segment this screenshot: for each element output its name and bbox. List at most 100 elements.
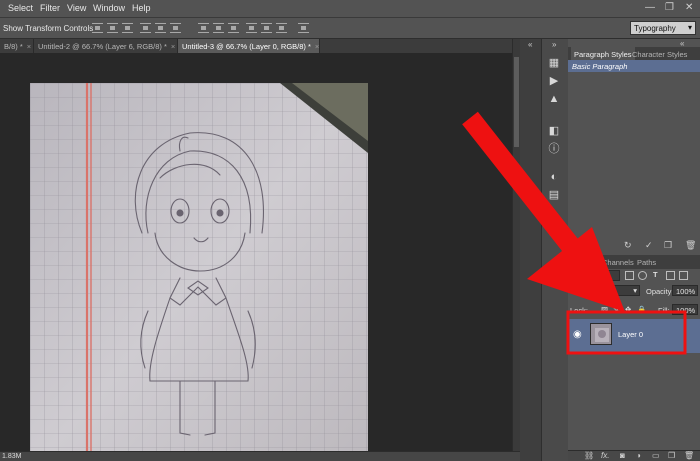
menu-help[interactable]: Help xyxy=(132,3,151,13)
chevron-down-icon: ▾ xyxy=(687,23,692,32)
fill-input[interactable]: 100% xyxy=(672,304,698,315)
swatches-icon[interactable]: ▤ xyxy=(545,187,563,203)
options-bar: Show Transform Controls Typography ▾ xyxy=(0,18,700,39)
new-layer-icon[interactable]: ❐ xyxy=(668,451,675,460)
menu-select[interactable]: Select xyxy=(8,3,33,13)
distribute-hcenter-icon[interactable] xyxy=(261,23,272,33)
menu-view[interactable]: View xyxy=(67,3,86,13)
doc-size: 1.83M xyxy=(2,453,22,460)
close-tab-icon[interactable]: × xyxy=(27,42,31,51)
close-tab-icon[interactable]: × xyxy=(171,42,175,51)
tab-untitled-2[interactable]: Untitled-2 @ 66.7% (Layer 6, RGB/8) * × xyxy=(34,39,178,53)
clear-override-icon[interactable]: ↻ xyxy=(624,240,632,251)
blend-mode-value: Normal xyxy=(584,287,609,296)
dock-strip xyxy=(520,39,542,461)
info-icon[interactable]: ◧ xyxy=(545,123,563,139)
minimize-icon[interactable]: — xyxy=(645,2,655,13)
close-tab-icon[interactable]: × xyxy=(315,42,319,51)
lock-icon[interactable]: 🔒 xyxy=(637,305,646,314)
align-left-icon[interactable] xyxy=(140,23,151,33)
folder-icon[interactable]: ▭ xyxy=(652,451,660,460)
tab-paragraph-styles[interactable]: Paragraph Styles xyxy=(571,47,635,61)
distribute-top-icon[interactable] xyxy=(198,23,209,33)
trash-icon[interactable]: 🗑 xyxy=(685,240,696,251)
sketch-image xyxy=(30,83,368,461)
canvas-scrollbar[interactable] xyxy=(512,39,520,451)
chevron-down-icon: ▾ xyxy=(633,286,637,295)
collapse-left-icon[interactable]: « xyxy=(528,40,532,49)
color-icon[interactable]: ◐ xyxy=(545,169,563,185)
tab-label: B/8) * xyxy=(4,42,23,51)
align-top-icon[interactable] xyxy=(92,23,103,33)
filter-shape-icon[interactable] xyxy=(666,271,675,280)
distribute-left-icon[interactable] xyxy=(246,23,257,33)
tab-partial[interactable]: B/8) * × xyxy=(0,39,34,53)
panel-dock: « » ▦ ▶ ▲ ◧ ⓘ ◐ ▤ ✎ ◈ xyxy=(520,39,568,461)
lock-pixels-icon[interactable]: ▨ xyxy=(601,305,608,314)
scroll-thumb[interactable] xyxy=(514,57,519,147)
trash-icon[interactable]: 🗑 xyxy=(684,451,694,460)
filter-pixel-icon[interactable] xyxy=(625,271,634,280)
histogram-icon[interactable]: ▲ xyxy=(545,91,563,107)
paragraph-panel-tabs: Paragraph Styles Character Styles xyxy=(568,47,700,61)
tab-untitled-3[interactable]: Untitled-3 @ 66.7% (Layer 0, RGB/8) * × xyxy=(178,39,320,53)
filter-kind-select[interactable]: Kind xyxy=(580,270,620,281)
layer-row[interactable]: ◉ Layer 0 xyxy=(568,319,700,353)
show-transform-controls-label[interactable]: Show Transform Controls xyxy=(3,24,93,33)
tab-label: Untitled-3 @ 66.7% (Layer 0, RGB/8) * xyxy=(182,42,311,51)
tab-character-styles[interactable]: Character Styles xyxy=(629,47,690,61)
adjustment-layer-icon[interactable]: ◑ xyxy=(636,451,641,460)
layers-panel-tabs: Layers Channels Paths xyxy=(558,255,700,269)
history-icon[interactable]: ▦ xyxy=(545,55,563,71)
fill-label: Fill: xyxy=(658,306,670,315)
distribute-right-icon[interactable] xyxy=(276,23,287,33)
adjustments-icon[interactable]: ◈ xyxy=(545,227,563,243)
sketch-photo[interactable] xyxy=(30,83,368,461)
align-bottom-icon[interactable] xyxy=(122,23,133,33)
lock-label: Lock: xyxy=(570,306,588,315)
filter-type-icon[interactable]: T xyxy=(653,270,658,279)
brush-icon[interactable]: ✎ xyxy=(545,209,563,225)
distribute-vcenter-icon[interactable] xyxy=(213,23,224,33)
info-circle-icon[interactable]: ⓘ xyxy=(545,141,563,157)
dock-icons: » ▦ ▶ ▲ ◧ ⓘ ◐ ▤ ✎ ◈ xyxy=(542,39,568,461)
layer-thumbnail-image xyxy=(591,324,611,344)
align-vcenter-icon[interactable] xyxy=(107,23,118,33)
eye-icon[interactable]: ◉ xyxy=(573,329,582,340)
fx-icon[interactable]: fx. xyxy=(601,451,609,460)
link-icon[interactable]: ⛓ xyxy=(584,451,594,460)
layers-bottom-bar: ⛓ fx. ◙ ◑ ▭ ❐ 🗑 xyxy=(568,450,700,461)
redefine-icon[interactable]: ✓ xyxy=(645,240,653,251)
tab-layers[interactable]: Layers xyxy=(558,255,587,269)
menu-filter[interactable]: Filter xyxy=(40,3,60,13)
opacity-label: Opacity: xyxy=(646,287,674,296)
filter-smart-icon[interactable] xyxy=(679,271,688,280)
workspace-select[interactable]: Typography ▾ xyxy=(630,21,696,35)
opacity-input[interactable]: 100% xyxy=(672,285,698,296)
new-style-icon[interactable]: ❐ xyxy=(664,240,672,251)
lock-move-icon[interactable]: ✥ xyxy=(625,305,631,314)
close-window-icon[interactable]: ✕ xyxy=(685,2,693,13)
play-icon[interactable]: ▶ xyxy=(545,73,563,89)
tab-channels[interactable]: Channels xyxy=(599,255,637,269)
paragraph-tools: ↻ ✓ ❐ 🗑 xyxy=(568,240,700,253)
menu-window[interactable]: Window xyxy=(93,3,125,13)
lock-brush-icon[interactable]: ✎ xyxy=(613,305,619,314)
collapse-right-icon[interactable]: » xyxy=(552,40,556,49)
tab-paths[interactable]: Paths xyxy=(634,255,659,269)
workspace-select-value: Typography xyxy=(634,24,676,33)
paragraph-style-item[interactable]: Basic Paragraph xyxy=(568,60,700,72)
distribute-bottom-icon[interactable] xyxy=(228,23,239,33)
restore-icon[interactable]: ❐ xyxy=(665,2,674,13)
align-hcenter-icon[interactable] xyxy=(155,23,166,33)
layer-thumbnail[interactable] xyxy=(590,323,612,345)
align-right-icon[interactable] xyxy=(170,23,181,33)
layer-name[interactable]: Layer 0 xyxy=(618,330,643,339)
mask-icon[interactable]: ◙ xyxy=(620,451,625,460)
blend-mode-select[interactable]: Normal ▾ xyxy=(580,285,640,296)
fill-value: 100% xyxy=(676,306,696,315)
document-canvas[interactable] xyxy=(0,53,512,461)
right-panels: « Paragraph Styles Character Styles Basi… xyxy=(558,39,700,461)
filter-adjustment-icon[interactable] xyxy=(638,271,647,280)
auto-align-icon[interactable] xyxy=(298,23,309,33)
